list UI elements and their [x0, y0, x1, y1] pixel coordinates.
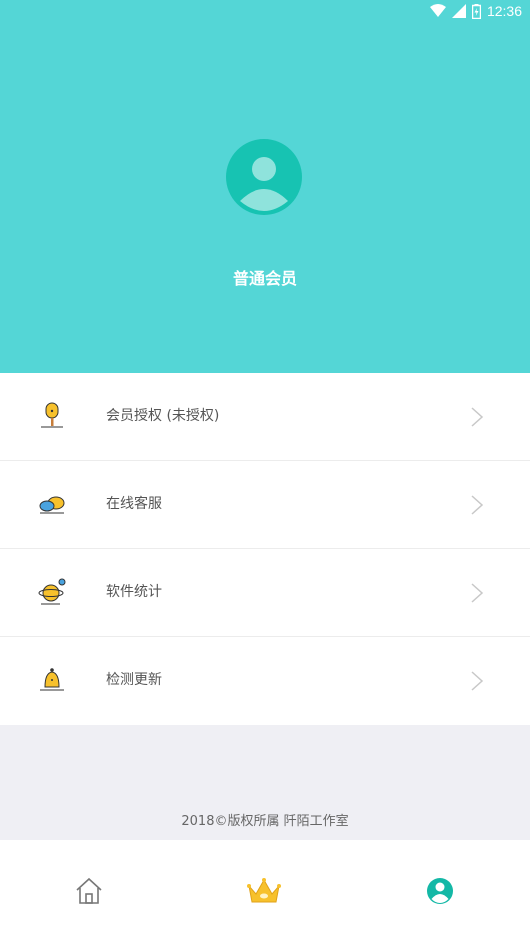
status-time: 12:36 [486, 3, 522, 19]
menu-item-online-service[interactable]: 在线客服 [0, 461, 530, 549]
profile-header: 12:36 普通会员 [0, 0, 530, 373]
profile-icon[interactable] [425, 876, 455, 906]
menu-label: 软件统计 [106, 584, 162, 600]
avatar-icon[interactable] [226, 139, 302, 215]
bottom-tab-bar [0, 840, 530, 942]
chevron-right-icon [471, 583, 484, 603]
bell-icon [40, 668, 64, 691]
menu-item-software-statistics[interactable]: 软件统计 [0, 549, 530, 637]
settings-menu: 会员授权 (未授权) 在线客服 软件统计 检测更新 [0, 373, 530, 725]
member-level-title: 普通会员 [232, 269, 297, 288]
menu-label: 在线客服 [106, 496, 162, 512]
menu-label: 检测更新 [106, 672, 162, 688]
chevron-right-icon [471, 407, 484, 427]
chevron-right-icon [471, 671, 484, 691]
copyright-text: 2018©版权所属 阡陌工作室 [181, 814, 349, 829]
status-bar: 12:36 [0, 0, 530, 24]
menu-label: 会员授权 (未授权) [106, 408, 220, 424]
menu-item-member-authorization[interactable]: 会员授权 (未授权) [0, 373, 530, 461]
chat-bubbles-icon [39, 496, 65, 514]
crown-icon[interactable] [246, 876, 282, 906]
popsicle-icon [41, 402, 63, 428]
chevron-right-icon [471, 495, 484, 515]
home-icon[interactable] [74, 876, 104, 906]
battery-icon [471, 3, 481, 19]
menu-item-check-update[interactable]: 检测更新 [0, 637, 530, 725]
planet-icon [38, 578, 66, 605]
wifi-icon [429, 4, 446, 17]
signal-icon [451, 4, 466, 18]
